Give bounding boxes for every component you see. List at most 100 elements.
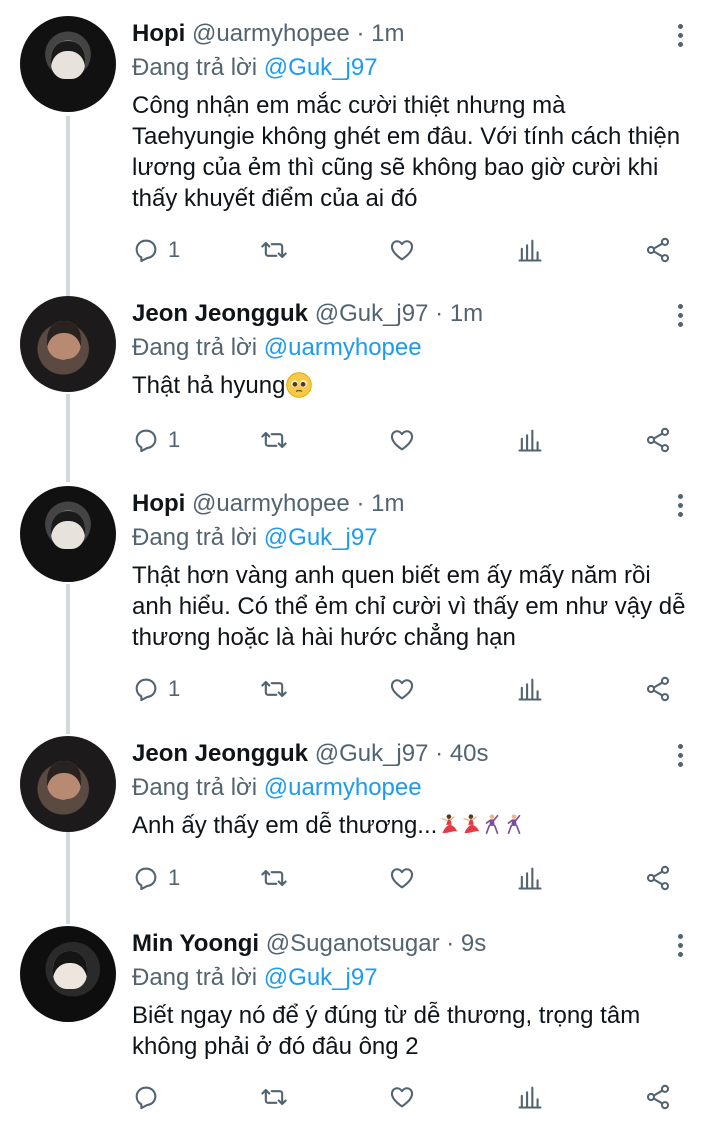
share-icon — [646, 1084, 670, 1110]
tweet[interactable]: Hopi @uarmyhopee · 1m Đang trả lời @Guk_… — [0, 16, 719, 276]
replying-to: Đang trả lời @Guk_j97 — [132, 962, 378, 994]
tweet-header: Hopi @uarmyhopee · 1m — [132, 18, 404, 50]
user-handle[interactable]: @uarmyhopee — [192, 490, 350, 517]
user-handle[interactable]: @uarmyhopee — [192, 20, 350, 47]
retweet-icon — [261, 680, 287, 698]
replying-to-label: Đang trả lời — [132, 334, 258, 361]
flamenco-dancer-emoji — [463, 814, 480, 834]
tweet-header: Jeon Jeongguk @Guk_j97 · 40s — [132, 738, 489, 770]
replying-to: Đang trả lời @uarmyhopee — [132, 332, 422, 364]
tweet[interactable]: Jeon Jeongguk @Guk_j97 · 1m Đang trả lời… — [0, 296, 719, 466]
reply-icon — [135, 1086, 157, 1110]
timestamp[interactable]: 1m — [450, 300, 483, 327]
reply-button[interactable]: 1 — [132, 674, 180, 704]
like-button[interactable] — [388, 674, 416, 704]
reply-icon — [135, 429, 157, 453]
share-button[interactable] — [644, 425, 672, 455]
reply-button[interactable] — [132, 1082, 168, 1112]
analytics-button[interactable] — [516, 1082, 544, 1112]
reply-count: 1 — [168, 237, 181, 262]
reply-count: 1 — [168, 427, 181, 452]
reply-icon — [135, 239, 157, 263]
retweet-icon — [261, 1088, 287, 1106]
mention-link[interactable]: @uarmyhopee — [264, 774, 422, 801]
share-button[interactable] — [644, 863, 672, 893]
action-bar: 1 — [132, 863, 692, 893]
user-handle[interactable]: @Guk_j97 — [315, 300, 429, 327]
more-options-icon[interactable] — [672, 304, 688, 328]
like-icon — [390, 868, 414, 889]
tweet-header: Jeon Jeongguk @Guk_j97 · 1m — [132, 298, 483, 330]
replying-to: Đang trả lời @Guk_j97 — [132, 522, 378, 554]
mention-link[interactable]: @Guk_j97 — [264, 524, 378, 551]
share-icon — [646, 676, 670, 702]
reply-icon — [135, 678, 157, 702]
reply-button[interactable]: 1 — [132, 863, 180, 893]
more-options-icon[interactable] — [672, 744, 688, 768]
analytics-button[interactable] — [516, 863, 544, 893]
analytics-icon — [518, 867, 542, 890]
replying-to: Đang trả lời @uarmyhopee — [132, 772, 422, 804]
display-name[interactable]: Hopi — [132, 490, 185, 517]
display-name[interactable]: Jeon Jeongguk — [132, 300, 308, 327]
like-button[interactable] — [388, 1082, 416, 1112]
mention-link[interactable]: @uarmyhopee — [264, 334, 422, 361]
tweet-text-container: Anh ấy thấy em dễ thương... — [132, 810, 692, 841]
analytics-button[interactable] — [516, 235, 544, 265]
reply-button[interactable]: 1 — [132, 235, 180, 265]
analytics-icon — [518, 239, 542, 262]
share-button[interactable] — [644, 1082, 672, 1112]
man-dancing-emoji — [485, 814, 499, 834]
display-name[interactable]: Hopi — [132, 20, 185, 47]
timestamp[interactable]: 1m — [371, 490, 404, 517]
retweet-icon — [261, 241, 287, 259]
reply-button[interactable]: 1 — [132, 425, 180, 455]
more-options-icon[interactable] — [672, 24, 688, 48]
separator: · — [356, 490, 365, 517]
like-button[interactable] — [388, 235, 416, 265]
share-button[interactable] — [644, 235, 672, 265]
display-name[interactable]: Min Yoongi — [132, 930, 259, 957]
like-button[interactable] — [388, 863, 416, 893]
retweet-button[interactable] — [260, 235, 288, 265]
avatar[interactable] — [20, 296, 116, 392]
avatar[interactable] — [20, 486, 116, 582]
display-name[interactable]: Jeon Jeongguk — [132, 740, 308, 767]
tweet[interactable]: Min Yoongi @Suganotsugar · 9s Đang trả l… — [0, 926, 719, 1122]
tweet[interactable]: Jeon Jeongguk @Guk_j97 · 40s Đang trả lờ… — [0, 736, 719, 906]
mention-link[interactable]: @Guk_j97 — [264, 964, 378, 991]
pleading-face-emoji — [286, 372, 313, 398]
like-button[interactable] — [388, 425, 416, 455]
replying-to: Đang trả lời @Guk_j97 — [132, 52, 378, 84]
retweet-icon — [261, 431, 287, 449]
user-handle[interactable]: @Guk_j97 — [315, 740, 429, 767]
retweet-button[interactable] — [260, 674, 288, 704]
like-icon — [390, 430, 414, 451]
tweet[interactable]: Hopi @uarmyhopee · 1m Đang trả lời @Guk_… — [0, 486, 719, 716]
analytics-icon — [518, 1086, 542, 1109]
action-bar — [132, 1082, 692, 1112]
analytics-button[interactable] — [516, 425, 544, 455]
tweet-text-container: Thật hả hyung — [132, 370, 692, 401]
analytics-button[interactable] — [516, 674, 544, 704]
timestamp[interactable]: 9s — [461, 930, 486, 957]
avatar[interactable] — [20, 16, 116, 112]
share-button[interactable] — [644, 674, 672, 704]
retweet-button[interactable] — [260, 425, 288, 455]
mention-link[interactable]: @Guk_j97 — [264, 54, 378, 81]
like-icon — [390, 240, 414, 261]
more-options-icon[interactable] — [672, 494, 688, 518]
retweet-icon — [261, 869, 287, 887]
timestamp[interactable]: 1m — [371, 20, 404, 47]
separator: · — [446, 930, 455, 957]
timestamp[interactable]: 40s — [450, 740, 489, 767]
retweet-button[interactable] — [260, 1082, 288, 1112]
avatar[interactable] — [20, 926, 116, 1022]
tweet-text: Thật hơn vàng anh quen biết em ấy mấy nă… — [132, 562, 686, 651]
retweet-button[interactable] — [260, 863, 288, 893]
tweet-text: Biết ngay nó để ý đúng từ dễ thương, trọ… — [132, 1002, 641, 1060]
user-handle[interactable]: @Suganotsugar — [266, 930, 440, 957]
avatar[interactable] — [20, 736, 116, 832]
action-bar: 1 — [132, 425, 692, 455]
more-options-icon[interactable] — [672, 934, 688, 958]
